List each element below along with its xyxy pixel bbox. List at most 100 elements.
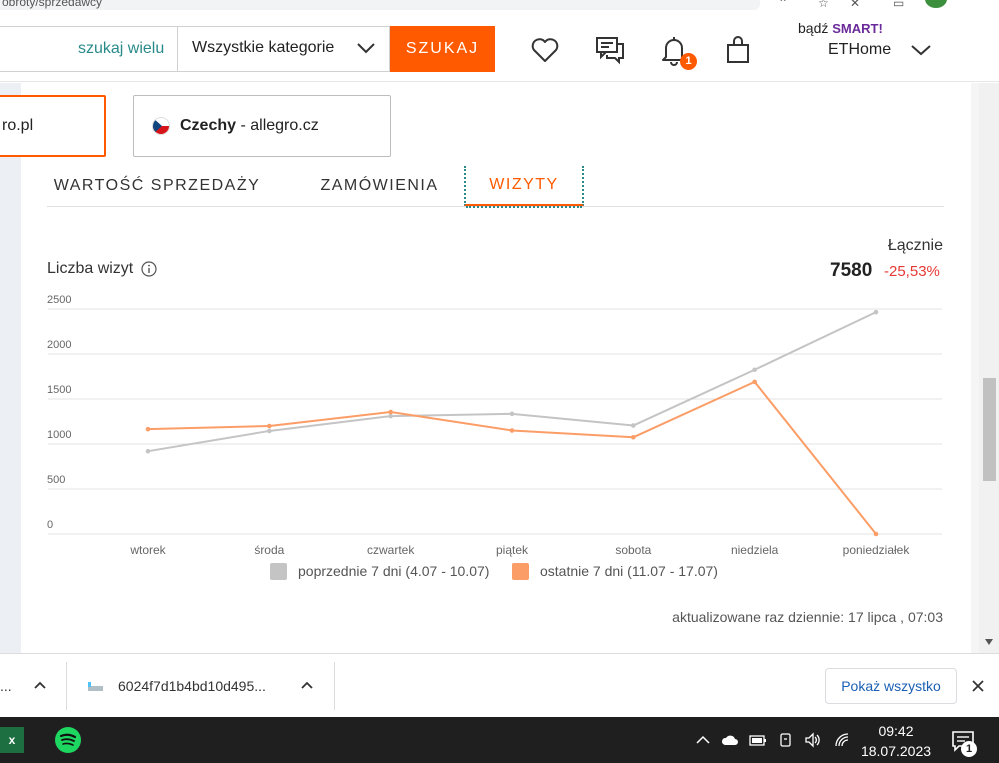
chevron-up-icon[interactable] <box>33 680 47 690</box>
data-point <box>267 428 272 434</box>
data-point <box>631 423 636 428</box>
legend-swatch <box>270 563 287 580</box>
download-item-1[interactable]: ... <box>0 654 12 718</box>
legend-swatch <box>512 563 529 580</box>
file-icon <box>88 682 103 691</box>
search-button[interactable]: SZUKAJ <box>390 26 495 72</box>
search-bar[interactable]: szukaj wielu Wszystkie kategorie <box>0 26 390 72</box>
show-all-downloads-button[interactable]: Pokaż wszystko <box>825 668 957 704</box>
close-icon[interactable]: ✕ <box>850 0 860 10</box>
czech-flag-icon <box>152 117 170 135</box>
category-divider <box>177 27 178 71</box>
data-point <box>873 531 879 537</box>
scroll-down-icon[interactable] <box>982 636 996 648</box>
tab-sales-value[interactable]: WARTOŚĆ SPRZEDAŻY <box>47 166 267 206</box>
browser-address-bar[interactable]: obroty/sprzedawcy ⌃ ☆ ✕ ▭ <box>0 0 999 12</box>
y-tick-label: 0 <box>47 519 53 531</box>
info-icon[interactable] <box>141 261 157 277</box>
chevron-up-icon[interactable] <box>694 731 712 749</box>
total-change: -25,53% <box>884 263 940 280</box>
metric-title: Liczba wizyt <box>47 260 157 278</box>
data-point <box>388 413 393 419</box>
chevron-down-icon[interactable] <box>356 41 376 55</box>
window-icon[interactable]: ▭ <box>893 0 904 10</box>
data-point <box>752 367 757 373</box>
series-line <box>147 380 877 535</box>
metric-title-text: Liczba wizyt <box>47 260 134 277</box>
download-item-2[interactable]: 6024f7d1b4bd10d495... <box>86 654 266 718</box>
x-tick-label: czwartek <box>367 543 415 557</box>
profile-avatar[interactable] <box>925 0 947 8</box>
y-tick-label: 1500 <box>47 384 71 396</box>
total-value: 7580 <box>830 260 873 281</box>
search-many-link[interactable]: szukaj wielu <box>78 40 164 58</box>
data-point <box>752 379 757 385</box>
y-tick-label: 1000 <box>47 429 71 441</box>
bookmark-icon[interactable]: ☆ <box>818 0 829 10</box>
battery-icon[interactable] <box>749 731 767 749</box>
x-tick-label: niedziela <box>731 543 779 557</box>
update-info: aktualizowane raz dziennie: 17 lipca , 0… <box>672 609 943 625</box>
market-domain: - allegro.cz <box>236 117 319 134</box>
download-file-name: ... <box>0 678 12 694</box>
user-menu[interactable]: ETHome <box>828 41 891 59</box>
smart-promo[interactable]: bądź SMART! <box>798 20 883 36</box>
windows-taskbar: x 09:42 18.07.2023 1 <box>0 717 999 763</box>
address-text: obroty/sprzedawcy <box>2 0 103 9</box>
tab-visits[interactable]: WIZYTY <box>464 166 584 208</box>
close-icon[interactable] <box>970 678 986 694</box>
page-scrollbar[interactable] <box>979 83 999 653</box>
download-separator <box>334 662 335 710</box>
heart-icon[interactable] <box>529 34 561 66</box>
market-label: ro.pl <box>2 117 34 134</box>
x-tick-label: piątek <box>496 543 529 557</box>
legend-label: ostatnie 7 dni (11.07 - 17.07) <box>540 563 718 579</box>
chevron-up-icon[interactable] <box>300 680 314 690</box>
y-tick-label: 2000 <box>47 339 71 351</box>
wifi-icon[interactable] <box>833 731 851 749</box>
volume-icon[interactable] <box>804 731 822 749</box>
metric-tabs: WARTOŚĆ SPRZEDAŻY ZAMÓWIENIA WIZYTY <box>47 166 944 208</box>
y-tick-label: 500 <box>47 474 65 486</box>
notifications-badge: 1 <box>680 53 697 70</box>
spotify-icon[interactable] <box>54 726 82 754</box>
data-point <box>145 426 151 432</box>
share-icon[interactable]: ⌃ <box>778 0 788 10</box>
device-icon[interactable] <box>777 731 795 749</box>
y-tick-label: 2500 <box>47 294 71 306</box>
data-point <box>509 411 515 417</box>
messages-icon[interactable] <box>594 34 626 66</box>
scrollbar-thumb[interactable] <box>983 378 996 481</box>
tab-orders[interactable]: ZAMÓWIENIA <box>297 166 462 206</box>
cloud-icon[interactable] <box>721 731 739 749</box>
legend-label: poprzednie 7 dni (4.07 - 10.07) <box>298 563 489 579</box>
market-czech[interactable]: Czechy - allegro.cz <box>133 95 391 157</box>
data-point <box>267 423 272 429</box>
address-field[interactable] <box>0 0 760 10</box>
clock-date: 18.07.2023 <box>860 743 932 759</box>
data-point <box>145 448 151 454</box>
category-select[interactable]: Wszystkie kategorie <box>192 39 334 57</box>
smart-brand: SMART! <box>832 21 883 36</box>
chevron-down-icon[interactable] <box>910 43 932 57</box>
download-separator <box>66 662 67 710</box>
x-tick-label: sobota <box>615 543 651 557</box>
x-tick-label: poniedziałek <box>843 543 911 557</box>
system-clock[interactable]: 09:42 18.07.2023 <box>860 721 932 761</box>
notification-count-badge: 1 <box>961 741 977 757</box>
excel-icon[interactable]: x <box>0 727 24 753</box>
clock-time: 09:42 <box>878 723 914 739</box>
x-tick-label: środa <box>254 543 284 557</box>
market-country: Czechy <box>180 117 237 134</box>
data-point <box>873 309 879 315</box>
download-file-name: 6024f7d1b4bd10d495... <box>118 678 266 694</box>
site-header: szukaj wielu Wszystkie kategorie SZUKAJ … <box>0 12 999 82</box>
market-poland[interactable]: ro.pl <box>0 95 106 157</box>
data-point <box>509 428 515 433</box>
total-label: Łącznie <box>887 237 943 254</box>
data-point <box>631 434 636 440</box>
x-tick-label: wtorek <box>129 543 166 557</box>
shopping-bag-icon[interactable] <box>722 34 754 66</box>
visits-line-chart: 2500 2000 1500 1000 500 0 wtorek środa czwartek p… <box>47 294 942 580</box>
downloads-bar: ... 6024f7d1b4bd10d495... Pokaż wszystko <box>0 653 999 717</box>
